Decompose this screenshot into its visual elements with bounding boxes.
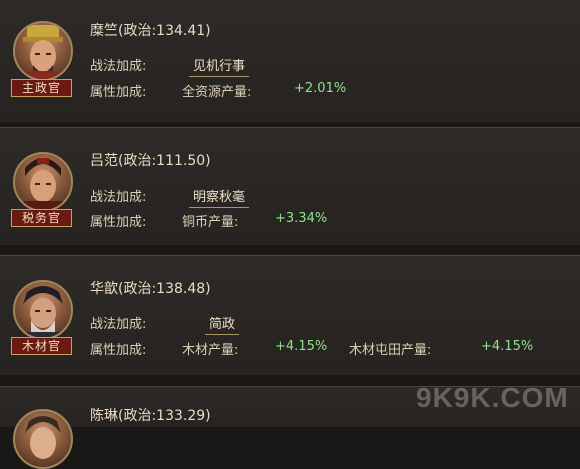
tactic-label: 战法加成: [90, 317, 147, 332]
attribute-label: 属性加成: [90, 343, 147, 358]
attribute-bonus: +3.34% [275, 211, 328, 226]
attribute-name: 木材屯田产量: [349, 343, 432, 358]
attribute-bonus: +4.15% [275, 339, 328, 354]
attribute-name: 全资源产量: [182, 85, 252, 100]
official-row-2[interactable]: 税务官 吕范(政治:111.50) 战法加成: 明察秋毫 属性加成: 铜币产量:… [0, 127, 580, 245]
attribute-name: 铜币产量: [182, 215, 239, 230]
portrait-huaxin [13, 280, 73, 340]
official-name: 陈琳(政治:133.29) [90, 408, 211, 424]
portrait-lvfan [13, 152, 73, 212]
watermark: 9K9K.COM [416, 382, 569, 413]
tactic-link[interactable]: 简政 [205, 313, 240, 335]
tactic-link[interactable]: 明察秋毫 [189, 186, 250, 208]
official-name: 华歆(政治:138.48) [90, 281, 211, 297]
official-row-3[interactable]: 木材官 华歆(政治:138.48) 战法加成: 简政 属性加成: 木材产量: +… [0, 255, 580, 375]
attribute-name: 木材产量: [182, 343, 239, 358]
role-badge: 木材官 [11, 337, 72, 355]
official-name: 吕范(政治:111.50) [90, 153, 211, 169]
tactic-link[interactable]: 见机行事 [189, 55, 250, 77]
portrait-mizhu [13, 21, 73, 81]
portrait-chenlin [13, 409, 73, 469]
attribute-bonus: +4.15% [481, 339, 534, 354]
role-badge: 税务官 [11, 209, 72, 227]
official-name: 糜竺(政治:134.41) [90, 23, 211, 39]
tactic-label: 战法加成: [90, 190, 147, 205]
role-badge: 主政官 [11, 79, 72, 97]
tactic-label: 战法加成: [90, 59, 147, 74]
official-row-1[interactable]: 主政官 糜竺(政治:134.41) 战法加成: 见机行事 属性加成: 全资源产量… [0, 0, 580, 122]
attribute-label: 属性加成: [90, 85, 147, 100]
attribute-label: 属性加成: [90, 215, 147, 230]
attribute-bonus: +2.01% [294, 81, 347, 96]
